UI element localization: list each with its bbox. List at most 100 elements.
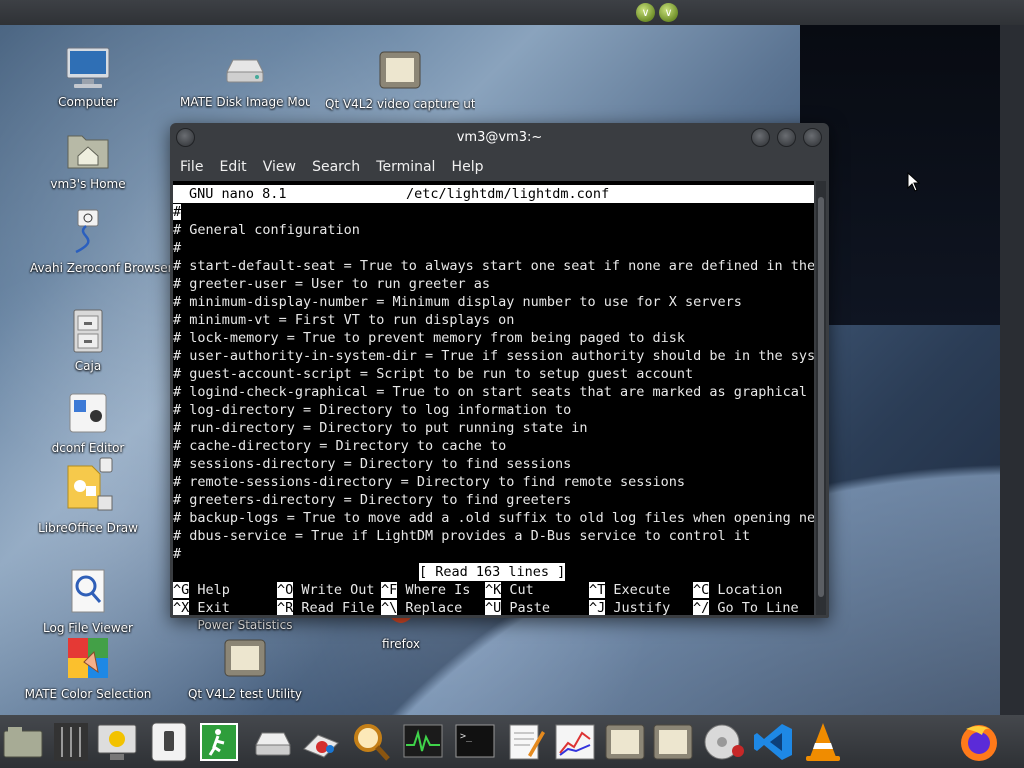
close-button[interactable] [803, 128, 822, 147]
shortcut-key: ^K [485, 582, 502, 598]
exit-icon[interactable] [198, 721, 240, 763]
shortcut-label: Execute [605, 582, 671, 598]
file-line[interactable]: # sessions-directory = Directory to find… [173, 455, 571, 473]
shortcut-write-out[interactable]: ^O Write Out [277, 581, 375, 599]
file-line[interactable]: # user-authority-in-system-dir = True if… [173, 347, 814, 365]
file-line[interactable]: # logind-check-graphical = True to on st… [173, 383, 814, 401]
chart-icon[interactable] [554, 721, 596, 763]
desktop-icon-computer[interactable]: Computer [40, 46, 136, 111]
mouse-pointer-icon [907, 172, 921, 192]
file-line-text: # sessions-directory = Directory to find… [173, 456, 572, 472]
desktop-icon-video-capture[interactable]: Qt V4L2 video capture utility [325, 48, 475, 113]
shortcut-location[interactable]: ^C Location [693, 581, 782, 599]
menu-file[interactable]: File [180, 153, 203, 181]
file-line[interactable]: # minimum-vt = First VT to run displays … [173, 311, 514, 329]
menu-terminal[interactable]: Terminal [376, 153, 435, 181]
desktop-icon-v4l2-test[interactable]: Qt V4L2 test Utility [180, 636, 310, 703]
menu-search[interactable]: Search [312, 153, 360, 181]
desktop-icon-label: vm3's Home [50, 177, 126, 191]
drive-icon[interactable] [252, 721, 294, 763]
file-line[interactable]: # backup-logs = True to move add a .old … [173, 509, 814, 527]
file-line[interactable]: # [173, 545, 181, 563]
firefox-icon[interactable] [958, 721, 1000, 763]
file-line[interactable]: # start-default-seat = True to always st… [173, 257, 814, 275]
shortcut-paste[interactable]: ^U Paste [485, 599, 550, 615]
maximize-button[interactable] [777, 128, 796, 147]
shortcut-label: Paste [501, 600, 551, 615]
terminal-scrollbar[interactable] [816, 181, 826, 615]
file-line[interactable]: # dbus-service = True if LightDM provide… [173, 527, 750, 545]
bottom-taskbar: >_ [0, 715, 1024, 768]
window-icon[interactable] [652, 721, 694, 763]
network-tray-icon[interactable]: ∨ [636, 3, 655, 22]
shortcut-key: ^X [173, 600, 190, 615]
file-line[interactable]: # remote-sessions-directory = Directory … [173, 473, 685, 491]
desktop-icon-color-selection[interactable]: MATE Color Selection [20, 636, 156, 703]
log-viewer-icon [71, 569, 105, 613]
show-desktop-icon[interactable] [2, 721, 44, 763]
shortcut-exit[interactable]: ^X Exit [173, 599, 230, 615]
file-line-text: # log-directory = Directory to log infor… [173, 402, 572, 418]
vlc-icon[interactable] [802, 721, 844, 763]
shortcut-label: Justify [605, 600, 671, 615]
file-line[interactable]: # guest-account-script = Script to be ru… [173, 365, 693, 383]
file-line[interactable]: # General configuration [173, 221, 360, 239]
scrollbar-thumb[interactable] [818, 197, 824, 597]
desktop-icon-dconf[interactable]: dconf Editor [40, 390, 136, 457]
computer-icon [66, 47, 110, 88]
vscode-icon[interactable] [752, 721, 794, 763]
file-line[interactable]: # [173, 239, 181, 257]
desktop-icon-log-viewer[interactable]: Log File Viewer [35, 568, 141, 637]
disc-icon[interactable] [702, 721, 744, 763]
window-icon[interactable] [604, 721, 646, 763]
desktop-icon-caja[interactable]: Caja [40, 308, 136, 375]
terminal-screen[interactable]: GNU nano 8.1/etc/lightdm/lightdm.conf # #… [173, 181, 814, 615]
shortcut-key: ^J [589, 600, 606, 615]
file-line[interactable]: # cache-directory = Directory to cache t… [173, 437, 506, 455]
shortcut-key: ^U [485, 600, 502, 615]
system-monitor-icon[interactable] [402, 721, 444, 763]
shortcut-cut[interactable]: ^K Cut [485, 581, 534, 599]
phone-icon[interactable] [148, 721, 190, 763]
file-line[interactable]: # minimum-display-number = Minimum displ… [173, 293, 742, 311]
file-line-text: # logind-check-graphical = True to on st… [173, 384, 814, 400]
file-line[interactable]: # greeter-user = User to run greeter as [173, 275, 490, 293]
terminal-window[interactable]: vm3@vm3:~ File Edit View Search Terminal… [170, 123, 829, 618]
desktop-icon-libreoffice-draw[interactable]: LibreOffice Draw [30, 456, 146, 537]
video-capture-icon [379, 51, 421, 89]
update-tray-icon[interactable]: ∨ [659, 3, 678, 22]
mixer-icon[interactable] [50, 721, 92, 763]
shortcut-execute[interactable]: ^T Execute [589, 581, 670, 599]
file-line-text: # greeters-directory = Directory to find… [173, 492, 572, 508]
text-editor-icon[interactable] [504, 721, 546, 763]
file-line[interactable]: # [173, 203, 182, 221]
shortcut-label: Replace [397, 600, 463, 615]
file-line-text: # cache-directory = Directory to cache t… [173, 438, 507, 454]
window-menu-button[interactable] [176, 128, 195, 147]
search-magnifier-icon[interactable] [350, 721, 392, 763]
menu-view[interactable]: View [263, 153, 296, 181]
desktop-icon-label: dconf Editor [51, 441, 125, 455]
file-line-text: # lock-memory = True to prevent memory f… [173, 330, 686, 346]
terminal-icon[interactable]: >_ [454, 721, 496, 763]
shortcut-replace[interactable]: ^\ Replace [381, 599, 462, 615]
file-line[interactable]: # log-directory = Directory to log infor… [173, 401, 571, 419]
shortcut-go-to-line[interactable]: ^/ Go To Line [693, 599, 799, 615]
screensaver-icon[interactable] [96, 721, 138, 763]
desktop-icon-home[interactable]: vm3's Home [40, 128, 136, 193]
desktop-icon-avahi[interactable]: Avahi Zeroconf Browser [30, 208, 173, 277]
shortcut-help[interactable]: ^G Help [173, 581, 230, 599]
desktop-icon-disk-image-mounter[interactable]: MATE Disk Image Mounter [180, 50, 310, 111]
file-line[interactable]: # greeters-directory = Directory to find… [173, 491, 571, 509]
shortcut-where-is[interactable]: ^F Where Is [381, 581, 470, 599]
shortcut-justify[interactable]: ^J Justify [589, 599, 670, 615]
menu-help[interactable]: Help [452, 153, 484, 181]
file-line-text: # user-authority-in-system-dir = True if… [173, 348, 814, 364]
desktop-icon-power-statistics[interactable]: Power Statistics [185, 617, 305, 634]
menu-edit[interactable]: Edit [220, 153, 247, 181]
file-line[interactable]: # run-directory = Directory to put runni… [173, 419, 588, 437]
shortcut-read-file[interactable]: ^R Read File [277, 599, 375, 615]
eraser-icon[interactable] [300, 721, 342, 763]
file-line[interactable]: # lock-memory = True to prevent memory f… [173, 329, 685, 347]
minimize-button[interactable] [751, 128, 770, 147]
